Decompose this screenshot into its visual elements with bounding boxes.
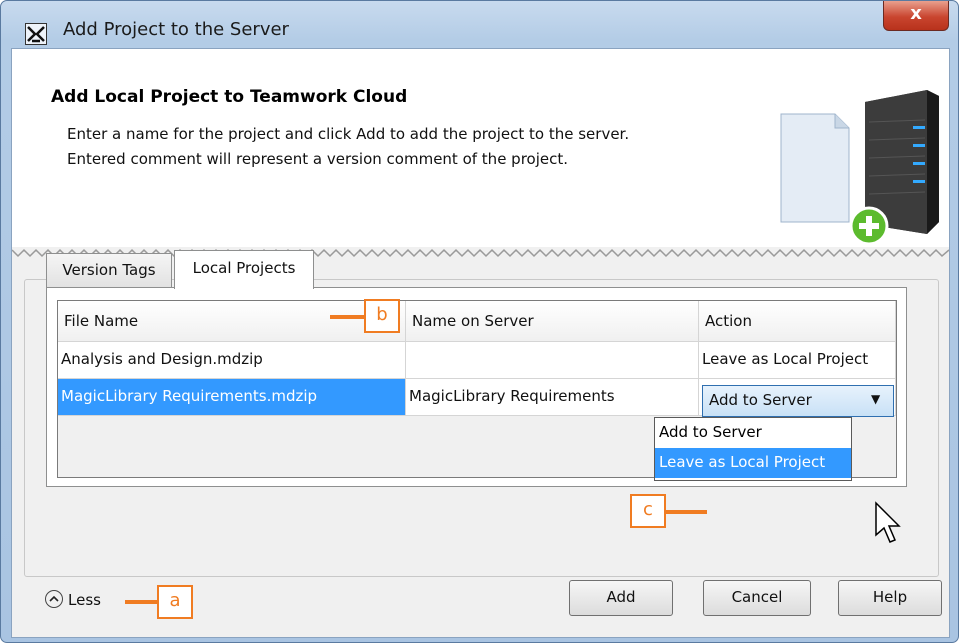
chevron-down-icon: ▼ bbox=[871, 392, 881, 406]
table-cell-server-name[interactable]: MagicLibrary Requirements bbox=[406, 379, 699, 416]
dropdown-option-add-to-server[interactable]: Add to Server bbox=[655, 418, 851, 448]
less-toggle[interactable]: Less bbox=[68, 591, 101, 609]
column-header-action[interactable]: Action bbox=[699, 301, 896, 342]
dropdown-option-leave-as-local[interactable]: Leave as Local Project bbox=[655, 448, 851, 478]
column-header-name-on-server[interactable]: Name on Server bbox=[406, 301, 699, 342]
action-combo-box[interactable]: Add to Server ▼ bbox=[702, 385, 894, 417]
tab-version-tags[interactable]: Version Tags bbox=[46, 253, 172, 287]
tab-local-projects[interactable]: Local Projects bbox=[174, 250, 314, 289]
add-button[interactable]: Add bbox=[569, 580, 673, 616]
table-cell-server-name[interactable] bbox=[406, 342, 699, 379]
header-desc-line2: Entered comment will represent a version… bbox=[67, 150, 569, 168]
table-cell-file-selected[interactable]: MagicLibrary Requirements.mdzip bbox=[58, 379, 406, 416]
title-bar: Add Project to the Server x bbox=[1, 1, 958, 45]
dialog-header: Add Local Project to Teamwork Cloud Ente… bbox=[12, 49, 949, 247]
close-button[interactable]: x bbox=[883, 1, 949, 31]
server-add-icon bbox=[780, 90, 939, 244]
table-cell-file[interactable]: Analysis and Design.mdzip bbox=[58, 342, 406, 379]
callout-c-line bbox=[663, 510, 707, 514]
cancel-button[interactable]: Cancel bbox=[703, 580, 811, 616]
column-header-file-name[interactable]: File Name bbox=[58, 301, 406, 342]
callout-b: b bbox=[364, 299, 400, 333]
action-dropdown-list: Add to Server Leave as Local Project bbox=[654, 417, 852, 481]
header-title: Add Local Project to Teamwork Cloud bbox=[51, 87, 408, 107]
close-icon: x bbox=[910, 3, 922, 24]
table-cell-action[interactable]: Leave as Local Project bbox=[699, 342, 896, 379]
app-logo-icon bbox=[25, 23, 47, 45]
dialog-window: Add Project to the Server x Add Local Pr… bbox=[0, 0, 959, 643]
callout-a: a bbox=[157, 585, 193, 619]
window-title: Add Project to the Server bbox=[63, 19, 289, 40]
header-description: Enter a name for the project and click A… bbox=[67, 122, 629, 172]
callout-c: c bbox=[630, 494, 666, 528]
header-desc-line1: Enter a name for the project and click A… bbox=[67, 125, 630, 143]
callout-b-line bbox=[330, 315, 364, 319]
help-button[interactable]: Help bbox=[838, 580, 942, 616]
callout-a-line bbox=[125, 600, 159, 604]
mouse-cursor-icon bbox=[875, 501, 901, 543]
collapse-icon[interactable] bbox=[45, 590, 63, 608]
